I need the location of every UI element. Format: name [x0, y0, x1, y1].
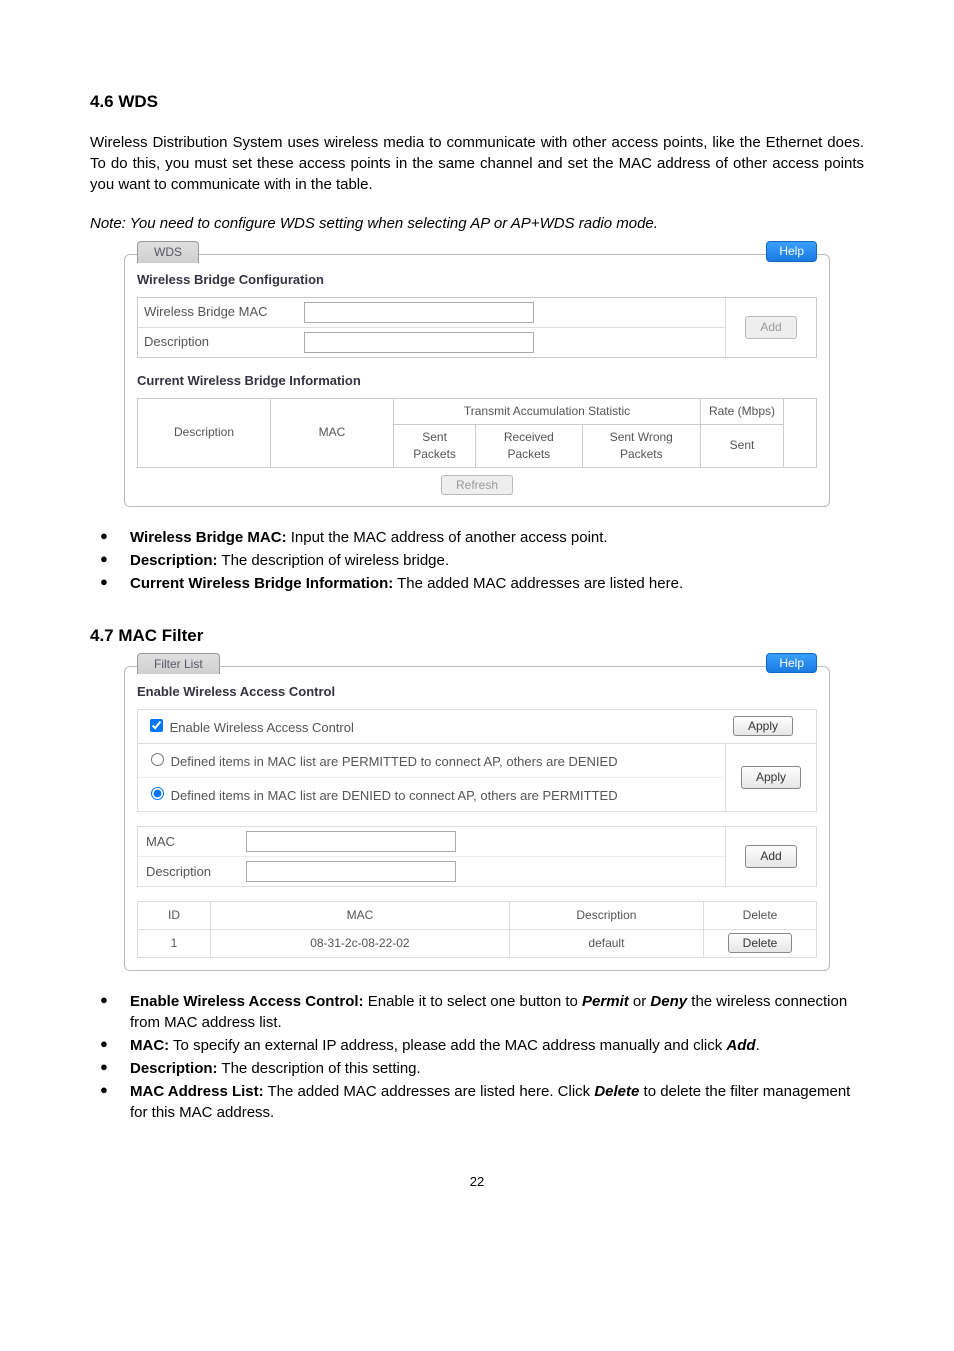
- delete-button[interactable]: Delete: [728, 933, 793, 953]
- radio-deny[interactable]: [151, 787, 164, 800]
- radio-block: Defined items in MAC list are PERMITTED …: [137, 744, 817, 812]
- wds-desc-label: Description: [144, 333, 304, 351]
- desc-label: Description: [146, 863, 246, 881]
- list-item: Enable Wireless Access Control: Enable i…: [90, 991, 864, 1033]
- list-item: Description: The description of wireless…: [90, 550, 864, 571]
- wds-th-sent-wrong: Sent Wrong Packets: [582, 424, 700, 467]
- wds-config-block: Wireless Bridge MAC Description Add: [137, 297, 817, 358]
- add-button[interactable]: Add: [745, 845, 796, 868]
- section-heading-wds: 4.6 WDS: [90, 90, 864, 114]
- cell-mac: 08-31-2c-08-22-02: [211, 930, 510, 958]
- mac-list-table: ID MAC Description Delete 1 08-31-2c-08-…: [137, 901, 817, 958]
- th-desc: Description: [509, 902, 703, 930]
- cell-id: 1: [138, 930, 211, 958]
- list-item: MAC: To specify an external IP address, …: [90, 1035, 864, 1056]
- wds-tab[interactable]: WDS: [137, 241, 199, 263]
- page-number: 22: [90, 1173, 864, 1191]
- th-mac: MAC: [211, 902, 510, 930]
- mac-input[interactable]: [246, 831, 456, 852]
- radio-permit[interactable]: [151, 753, 164, 766]
- wds-definitions: Wireless Bridge MAC: Input the MAC addre…: [90, 527, 864, 594]
- wds-info-table: Description MAC Transmit Accumulation St…: [137, 398, 817, 467]
- list-item: Description: The description of this set…: [90, 1058, 864, 1079]
- help-button[interactable]: Help: [766, 653, 817, 674]
- table-row: 1 08-31-2c-08-22-02 default Delete: [138, 930, 817, 958]
- wds-th-sent-pkts: Sent Packets: [394, 424, 476, 467]
- filter-tab[interactable]: Filter List: [137, 653, 220, 675]
- wds-note: Note: You need to configure WDS setting …: [90, 213, 864, 234]
- wds-refresh-button: Refresh: [441, 475, 513, 495]
- wds-th-mac: MAC: [271, 399, 394, 467]
- wds-config-title: Wireless Bridge Configuration: [137, 271, 817, 289]
- filter-panel: Filter List Help Enable Wireless Access …: [124, 666, 830, 971]
- th-id: ID: [138, 902, 211, 930]
- filter-title: Enable Wireless Access Control: [137, 683, 817, 701]
- list-item: MAC Address List: The added MAC addresse…: [90, 1081, 864, 1123]
- mac-entry-block: MAC Description Add: [137, 826, 817, 887]
- wds-mac-label: Wireless Bridge MAC: [144, 303, 304, 321]
- desc-input[interactable]: [246, 861, 456, 882]
- cell-desc: default: [509, 930, 703, 958]
- apply-button[interactable]: Apply: [733, 716, 793, 736]
- wds-desc-input[interactable]: [304, 332, 534, 353]
- th-delete: Delete: [704, 902, 817, 930]
- wds-intro-paragraph: Wireless Distribution System uses wirele…: [90, 132, 864, 195]
- wds-th-recv-pkts: Received Packets: [476, 424, 582, 467]
- wds-th-rate: Rate (Mbps): [701, 399, 784, 425]
- wds-th-empty: [784, 399, 817, 467]
- filter-definitions: Enable Wireless Access Control: Enable i…: [90, 991, 864, 1123]
- list-item: Wireless Bridge MAC: Input the MAC addre…: [90, 527, 864, 548]
- wds-th-desc: Description: [138, 399, 271, 467]
- section-heading-mac-filter: 4.7 MAC Filter: [90, 624, 864, 648]
- radio-deny-label: Defined items in MAC list are DENIED to …: [171, 788, 618, 803]
- wds-th-stat: Transmit Accumulation Statistic: [394, 399, 701, 425]
- list-item: Current Wireless Bridge Information: The…: [90, 573, 864, 594]
- enable-label: Enable Wireless Access Control: [170, 720, 354, 735]
- wds-th-sent: Sent: [701, 424, 784, 467]
- enable-checkbox[interactable]: [150, 719, 163, 732]
- wds-mac-input[interactable]: [304, 302, 534, 323]
- apply-button[interactable]: Apply: [741, 766, 801, 789]
- mac-label: MAC: [146, 833, 246, 851]
- wds-info-title: Current Wireless Bridge Information: [137, 372, 817, 390]
- enable-row: Enable Wireless Access Control Apply: [137, 709, 817, 744]
- wds-add-button: Add: [745, 316, 796, 339]
- wds-panel: WDS Help Wireless Bridge Configuration W…: [124, 254, 830, 507]
- radio-permit-label: Defined items in MAC list are PERMITTED …: [171, 754, 618, 769]
- help-button[interactable]: Help: [766, 241, 817, 262]
